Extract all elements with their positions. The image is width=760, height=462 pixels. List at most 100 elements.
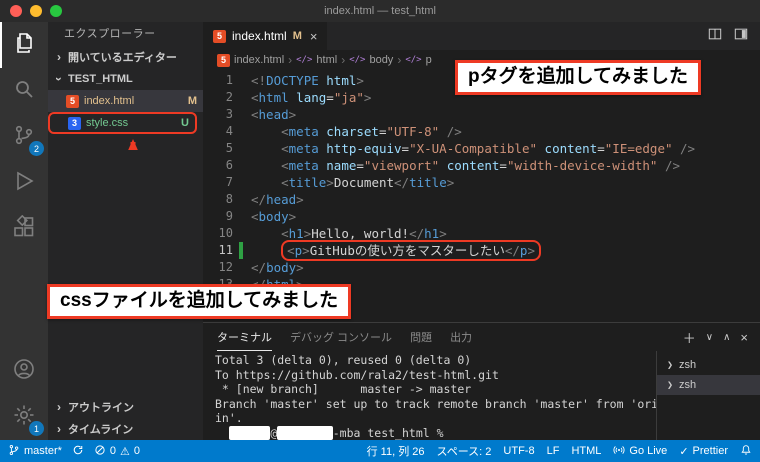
code-line[interactable]: 5 <meta http-equiv="X-UA-Compatible" con… xyxy=(203,140,760,157)
terminal-line: Branch 'master' set up to track remote b… xyxy=(215,397,656,412)
terminal-icon: ❯ xyxy=(667,360,673,371)
scm-badge: 2 xyxy=(29,141,44,156)
outline-section[interactable]: › アウトライン xyxy=(48,396,203,418)
file-name: index.html xyxy=(84,95,183,107)
file-item-index-html[interactable]: 5 index.html M xyxy=(48,90,203,112)
code-line[interactable]: 12</body> xyxy=(203,259,760,276)
code-line[interactable]: 3<head> xyxy=(203,106,760,123)
terminal-list: ❯ zsh ❯ zsh xyxy=(656,351,760,440)
activitybar-extensions[interactable] xyxy=(0,206,48,252)
chevron-right-icon: › xyxy=(288,53,292,67)
workspace-section[interactable]: › TEST_HTML xyxy=(48,68,203,90)
open-editors-label: 開いているエディター xyxy=(68,49,177,65)
tab-index-html[interactable]: 5 index.html M × xyxy=(203,22,328,50)
panel: ターミナル デバッグ コンソール 問題 出力 ＋ ∨ ∧ × Total 3 (… xyxy=(203,322,760,440)
new-terminal-icon[interactable]: ＋ xyxy=(683,328,696,347)
account-icon xyxy=(12,357,36,386)
window-title: index.html — test_html xyxy=(0,5,760,17)
settings-badge: 1 xyxy=(29,421,44,436)
maximize-panel-icon[interactable]: ∧ xyxy=(723,332,730,343)
broadcast-icon xyxy=(613,444,625,459)
extensions-icon xyxy=(12,215,36,244)
indentation-status[interactable]: スペース: 2 xyxy=(437,443,492,459)
editor-layout-icon[interactable] xyxy=(734,27,748,46)
terminal-instance[interactable]: ❯ zsh xyxy=(657,355,760,375)
terminal-label: zsh xyxy=(679,359,696,371)
html-file-icon: 5 xyxy=(66,95,79,108)
encoding-status[interactable]: UTF-8 xyxy=(503,445,534,457)
activitybar-explorer[interactable] xyxy=(0,22,48,68)
terminal-dropdown-icon[interactable]: ∨ xyxy=(706,332,713,343)
close-tab-icon[interactable]: × xyxy=(310,29,318,44)
breadcrumb-item-file[interactable]: index.html xyxy=(234,54,284,66)
terminal-instance-selected[interactable]: ❯ zsh xyxy=(657,375,760,395)
code-line[interactable]: 7 <title>Document</title> xyxy=(203,174,760,191)
symbol-icon: </> xyxy=(349,55,365,65)
activitybar-settings[interactable]: 1 xyxy=(0,394,48,440)
error-icon xyxy=(94,444,106,459)
git-branch-status[interactable]: master* xyxy=(8,444,62,459)
panel-tabs: ターミナル デバッグ コンソール 問題 出力 ＋ ∨ ∧ × xyxy=(203,323,760,351)
bell-icon xyxy=(740,444,752,459)
close-panel-icon[interactable]: × xyxy=(740,330,748,345)
sidebar-title: エクスプローラー xyxy=(48,22,203,46)
go-live-button[interactable]: Go Live xyxy=(613,444,667,459)
outline-label: アウトライン xyxy=(68,399,134,415)
html-file-icon: 5 xyxy=(213,30,226,43)
panel-tab-problems[interactable]: 問題 xyxy=(410,323,432,351)
file-item-style-css[interactable]: 3 style.css U xyxy=(48,112,197,134)
run-debug-icon xyxy=(12,169,36,198)
sync-changes-button[interactable] xyxy=(72,444,84,459)
split-editor-icon[interactable] xyxy=(708,27,722,46)
terminal-line: To https://github.com/rala2/test-html.gi… xyxy=(215,368,656,383)
terminal-line: Total 3 (delta 0), reused 0 (delta 0) xyxy=(215,353,656,368)
open-editors-section[interactable]: › 開いているエディター xyxy=(48,46,203,68)
git-modified-badge: M xyxy=(188,95,197,107)
branch-icon xyxy=(8,444,20,459)
activitybar-run-debug[interactable] xyxy=(0,160,48,206)
explorer-sidebar: エクスプローラー › 開いているエディター › TEST_HTML 5 inde… xyxy=(48,22,203,440)
status-bar: master* 0 ⚠ 0 行 11, 列 26 スペース: 2 UTF-8 L… xyxy=(0,440,760,462)
chevron-right-icon: › xyxy=(54,50,64,64)
workspace-label: TEST_HTML xyxy=(68,73,133,85)
chevron-right-icon: › xyxy=(54,400,64,414)
annotation-css-file: cssファイルを追加してみました xyxy=(47,284,351,319)
terminal-line: @ -mba test_html % xyxy=(215,426,656,441)
code-line[interactable]: 8</head> xyxy=(203,191,760,208)
language-mode-status[interactable]: HTML xyxy=(571,445,601,457)
warning-icon: ⚠ xyxy=(120,445,130,458)
notifications-bell[interactable] xyxy=(740,444,752,459)
eol-status[interactable]: LF xyxy=(547,445,560,457)
activitybar-account[interactable] xyxy=(0,348,48,394)
code-line[interactable]: 11 <p>GitHubの使い方をマスターしたい</p> xyxy=(203,242,760,259)
code-line[interactable]: 9<body> xyxy=(203,208,760,225)
activitybar-source-control[interactable]: 2 xyxy=(0,114,48,160)
prettier-status[interactable]: ✓ Prettier xyxy=(679,445,728,458)
files-icon xyxy=(13,31,37,60)
breadcrumb-item-p[interactable]: p xyxy=(426,54,432,66)
breadcrumb-item-html[interactable]: html xyxy=(316,54,337,66)
activitybar-search[interactable] xyxy=(0,68,48,114)
chevron-right-icon: › xyxy=(397,53,401,67)
search-icon xyxy=(12,77,36,106)
terminal-label: zsh xyxy=(679,379,696,391)
git-untracked-badge: U xyxy=(181,117,189,129)
terminal-line: * [new branch] master -> master xyxy=(215,382,656,397)
annotation-p-tag: pタグを追加してみました xyxy=(455,60,701,95)
problems-status[interactable]: 0 ⚠ 0 xyxy=(94,444,140,459)
chevron-down-icon: › xyxy=(52,74,66,84)
panel-tab-terminal[interactable]: ターミナル xyxy=(217,323,272,351)
tab-bar: 5 index.html M × xyxy=(203,22,760,50)
file-name: style.css xyxy=(86,117,176,129)
code-line[interactable]: 4 <meta charset="UTF-8" /> xyxy=(203,123,760,140)
breadcrumb-item-body[interactable]: body xyxy=(369,54,393,66)
code-line[interactable]: 6 <meta name="viewport" content="width-d… xyxy=(203,157,760,174)
terminal-output[interactable]: Total 3 (delta 0), reused 0 (delta 0)To … xyxy=(203,351,656,440)
activity-bar: 2 1 xyxy=(0,22,48,440)
timeline-label: タイムライン xyxy=(68,421,133,437)
panel-tab-output[interactable]: 出力 xyxy=(450,323,472,351)
timeline-section[interactable]: › タイムライン xyxy=(48,418,203,440)
terminal-icon: ❯ xyxy=(667,380,673,391)
cursor-position-status[interactable]: 行 11, 列 26 xyxy=(367,443,425,459)
panel-tab-debug-console[interactable]: デバッグ コンソール xyxy=(290,323,392,351)
